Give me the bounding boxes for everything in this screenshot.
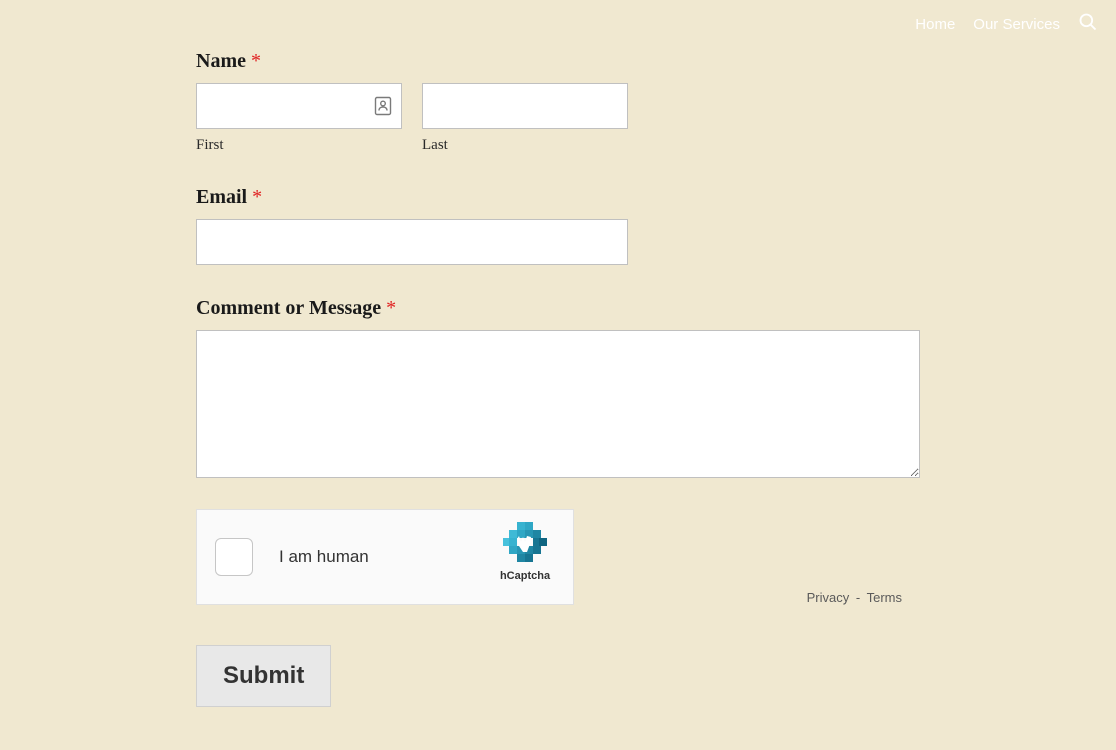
contact-form: Name * First Las (196, 50, 920, 707)
nav-services[interactable]: Our Services (973, 16, 1060, 33)
name-label-text: Name (196, 50, 246, 72)
first-name-wrap (196, 83, 402, 129)
sep: - (856, 590, 860, 605)
nav-home[interactable]: Home (915, 16, 955, 33)
hcaptcha-logo-icon (503, 522, 547, 566)
captcha-brand-text: hCaptcha (495, 570, 555, 582)
captcha-brand: hCaptcha (495, 522, 555, 582)
hcaptcha-widget: I am human (196, 509, 574, 605)
last-name-input[interactable] (422, 83, 628, 129)
privacy-link[interactable]: Privacy (807, 590, 850, 605)
search-icon[interactable] (1078, 12, 1098, 37)
captcha-privacy-terms: Privacy - Terms (807, 590, 920, 605)
captcha-text: I am human (279, 547, 369, 567)
message-label-text: Comment or Message (196, 297, 381, 319)
captcha-checkbox[interactable] (215, 538, 253, 576)
required-mark: * (252, 186, 262, 208)
last-sublabel: Last (422, 137, 628, 154)
message-label: Comment or Message * (196, 297, 920, 320)
message-textarea[interactable] (196, 330, 920, 478)
captcha-row: I am human (196, 509, 920, 605)
name-field-group: Name * First Las (196, 50, 920, 154)
submit-button[interactable]: Submit (196, 645, 331, 707)
required-mark: * (251, 50, 261, 72)
last-name-col: Last (422, 83, 628, 154)
first-name-input[interactable] (196, 83, 402, 129)
terms-link[interactable]: Terms (867, 590, 902, 605)
message-field-group: Comment or Message * (196, 297, 920, 483)
email-label: Email * (196, 186, 920, 209)
email-input[interactable] (196, 219, 628, 265)
top-bar: Home Our Services (915, 12, 1098, 37)
first-name-col: First (196, 83, 402, 154)
first-sublabel: First (196, 137, 402, 154)
email-field-group: Email * (196, 186, 920, 265)
name-label: Name * (196, 50, 920, 73)
contact-card-icon (374, 96, 392, 116)
email-label-text: Email (196, 186, 247, 208)
name-row: First Last (196, 83, 920, 154)
required-mark: * (386, 297, 396, 319)
